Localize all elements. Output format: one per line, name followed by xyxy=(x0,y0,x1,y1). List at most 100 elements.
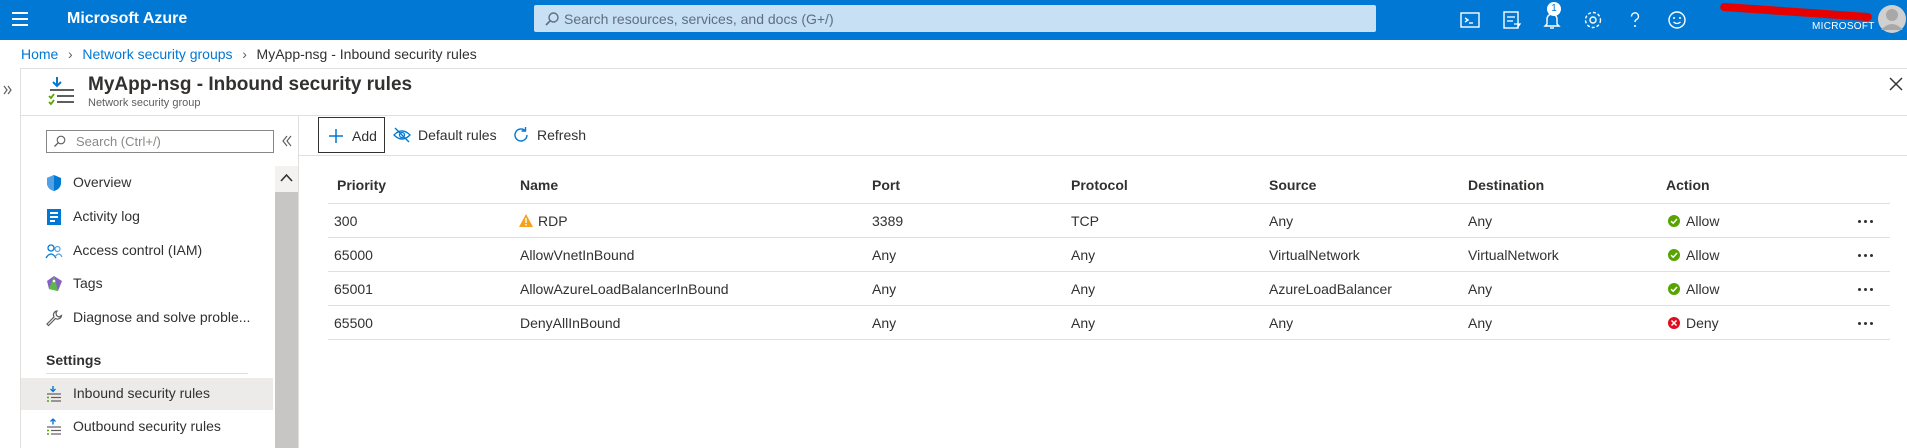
close-icon[interactable] xyxy=(1888,76,1904,92)
inbound-rules-icon xyxy=(47,386,61,402)
search-icon xyxy=(54,135,66,147)
menu-item-label: Inbound security rules xyxy=(73,385,210,401)
global-search-input[interactable] xyxy=(564,5,1364,32)
cell-source: Any xyxy=(1269,213,1294,229)
global-search[interactable] xyxy=(534,5,1376,32)
column-header-priority[interactable]: Priority xyxy=(337,177,386,193)
portal-brand[interactable]: Microsoft Azure xyxy=(67,10,187,28)
table-row[interactable]: 65500 DenyAllInBound Any Any Any Any Den… xyxy=(328,307,1890,340)
people-icon xyxy=(45,244,63,259)
cell-action: Allow xyxy=(1686,213,1720,229)
hamburger-menu-icon[interactable] xyxy=(12,12,28,26)
menu-divider xyxy=(298,116,299,448)
menu-item-inbound-security-rules[interactable]: Inbound security rules xyxy=(21,378,273,410)
column-header-source[interactable]: Source xyxy=(1269,177,1316,193)
deny-x-icon xyxy=(1668,317,1680,329)
cell-priority: 300 xyxy=(334,213,358,229)
menu-item-outbound-security-rules[interactable]: Outbound security rules xyxy=(21,411,273,443)
more-options-icon[interactable] xyxy=(1858,210,1882,230)
more-options-icon[interactable] xyxy=(1858,278,1882,298)
cell-action: Allow xyxy=(1686,247,1720,263)
section-heading-settings: Settings xyxy=(46,352,102,368)
column-header-protocol[interactable]: Protocol xyxy=(1071,177,1128,193)
scroll-up-icon[interactable] xyxy=(275,166,298,190)
cell-name: DenyAllInBound xyxy=(520,315,621,331)
feedback-icon[interactable] xyxy=(1665,8,1689,32)
more-options-icon[interactable] xyxy=(1858,312,1882,332)
allow-check-icon xyxy=(1668,249,1680,261)
menu-item-label: Outbound security rules xyxy=(73,418,221,434)
activity-log-icon xyxy=(47,209,61,225)
redacted-account-name xyxy=(1719,2,1873,22)
notification-count-badge: 1 xyxy=(1547,2,1561,16)
cell-destination: Any xyxy=(1468,281,1493,297)
allow-check-icon xyxy=(1668,215,1680,227)
cell-port: Any xyxy=(872,281,897,297)
menu-search[interactable] xyxy=(46,130,274,153)
column-header-port[interactable]: Port xyxy=(872,177,900,193)
menu-item-label: Tags xyxy=(73,275,103,291)
page-title: MyApp-nsg - Inbound security rules xyxy=(88,74,413,95)
refresh-button[interactable]: Refresh xyxy=(504,117,594,153)
cell-name: AllowAzureLoadBalancerInBound xyxy=(520,281,729,297)
eye-hidden-icon xyxy=(393,127,411,143)
column-header-action[interactable]: Action xyxy=(1666,177,1710,193)
add-button-label: Add xyxy=(352,128,377,144)
warning-icon xyxy=(519,214,533,227)
page-subtitle: Network security group xyxy=(88,97,201,109)
menu-item-diagnose[interactable]: Diagnose and solve proble... xyxy=(21,302,273,334)
menu-search-input[interactable] xyxy=(76,132,266,151)
wrench-icon xyxy=(46,310,63,327)
search-icon xyxy=(545,12,559,26)
cell-protocol: TCP xyxy=(1071,213,1099,229)
expand-sidebar-icon[interactable] xyxy=(2,84,14,96)
menu-item-access-control[interactable]: Access control (IAM) xyxy=(21,235,273,267)
outbound-rules-icon xyxy=(47,418,61,435)
menu-item-overview[interactable]: Overview xyxy=(21,167,273,199)
breadcrumb-home[interactable]: Home xyxy=(21,46,58,62)
plus-icon xyxy=(329,129,343,143)
menu-item-label: Diagnose and solve proble... xyxy=(73,309,251,325)
section-divider xyxy=(46,373,248,374)
cell-destination: Any xyxy=(1468,213,1493,229)
add-button[interactable]: Add xyxy=(318,117,385,153)
cell-port: Any xyxy=(872,315,897,331)
directory-filter-icon[interactable] xyxy=(1500,8,1524,32)
tenant-name[interactable]: MICROSOFT xyxy=(1812,21,1875,32)
menu-item-label: Activity log xyxy=(73,208,140,224)
cell-source: Any xyxy=(1269,315,1294,331)
cell-source: VirtualNetwork xyxy=(1269,247,1360,263)
cell-source: AzureLoadBalancer xyxy=(1269,281,1392,297)
cell-priority: 65000 xyxy=(334,247,373,263)
table-row[interactable]: 300 RDP 3389 TCP Any Any Allow xyxy=(328,205,1890,238)
menu-item-activity-log[interactable]: Activity log xyxy=(21,201,273,233)
menu-item-label: Access control (IAM) xyxy=(73,242,203,258)
tag-icon xyxy=(47,276,62,291)
default-rules-label: Default rules xyxy=(418,127,497,143)
help-icon[interactable] xyxy=(1623,8,1647,32)
cell-priority: 65001 xyxy=(334,281,373,297)
top-bar: Microsoft Azure 1 MICROSOFT xyxy=(0,0,1907,40)
cell-action: Allow xyxy=(1686,281,1720,297)
command-bar-divider xyxy=(299,155,1907,156)
inbound-rules-icon xyxy=(48,77,74,106)
refresh-icon xyxy=(514,127,528,142)
menu-scrollbar-thumb[interactable] xyxy=(275,192,298,448)
table-header: Priority Name Port Protocol Source Desti… xyxy=(328,166,1890,204)
cell-protocol: Any xyxy=(1071,281,1096,297)
more-options-icon[interactable] xyxy=(1858,244,1882,264)
table-row[interactable]: 65000 AllowVnetInBound Any Any VirtualNe… xyxy=(328,239,1890,272)
avatar[interactable] xyxy=(1877,4,1907,34)
column-header-destination[interactable]: Destination xyxy=(1468,177,1544,193)
cloud-shell-icon[interactable] xyxy=(1458,8,1482,32)
menu-item-tags[interactable]: Tags xyxy=(21,268,273,300)
cell-destination: VirtualNetwork xyxy=(1468,247,1559,263)
default-rules-button[interactable]: Default rules xyxy=(385,117,503,153)
table-row[interactable]: 65001 AllowAzureLoadBalancerInBound Any … xyxy=(328,273,1890,306)
menu-item-label: Overview xyxy=(73,174,132,190)
collapse-menu-icon[interactable] xyxy=(280,134,294,148)
settings-icon[interactable] xyxy=(1581,8,1605,32)
breadcrumb-network-security-groups[interactable]: Network security groups xyxy=(82,46,232,62)
column-header-name[interactable]: Name xyxy=(520,177,558,193)
cell-name: AllowVnetInBound xyxy=(520,247,635,263)
